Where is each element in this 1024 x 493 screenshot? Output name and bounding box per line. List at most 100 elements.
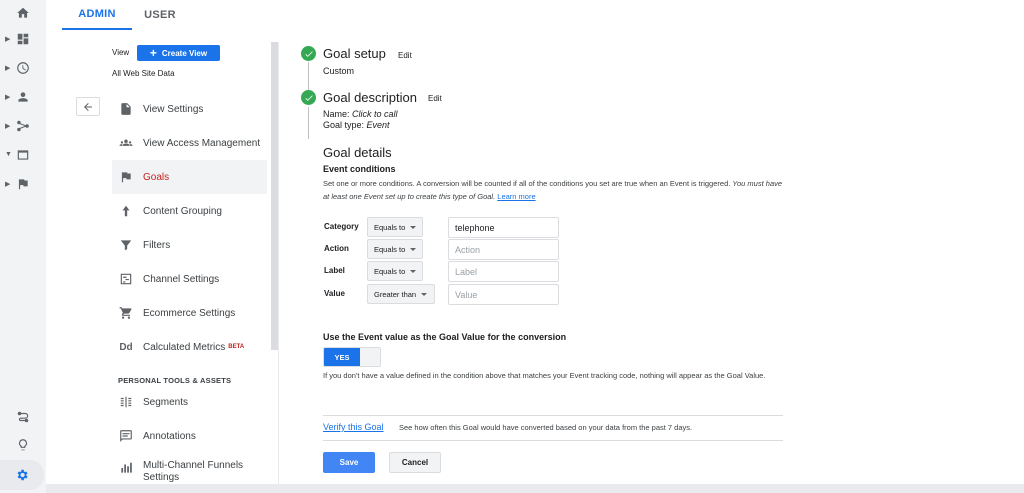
condition-value-input[interactable] — [448, 284, 559, 305]
condition-row-label: Label Equals to — [323, 261, 563, 282]
menu-item-filters[interactable]: Filters — [112, 228, 267, 262]
flag-icon[interactable] — [0, 171, 46, 197]
menu-item-label: Channel Settings — [143, 273, 220, 285]
condition-operator-select[interactable]: Equals to — [367, 217, 423, 237]
menu-item-label: Segments — [143, 396, 189, 408]
person-icon[interactable] — [0, 84, 46, 110]
menu-item-view-settings[interactable]: View Settings — [112, 92, 267, 126]
caret-down-icon — [410, 225, 417, 229]
menu-item-label: View Settings — [143, 103, 204, 115]
step-connector — [308, 107, 309, 139]
divider — [323, 440, 783, 441]
goal-type-label: Goal type: — [323, 120, 365, 130]
menu-item-label: Annotations — [143, 430, 196, 442]
goal-value-title: Use the Event value as the Goal Value fo… — [323, 332, 567, 342]
condition-operator-select[interactable]: Equals to — [367, 239, 423, 259]
left-rail: ▶ ▶ ▶ ▶ ▼ ▶ — [0, 0, 46, 493]
condition-value-input[interactable] — [448, 217, 559, 238]
menu-item-label: Multi-Channel Funnels Settings — [143, 460, 244, 483]
learn-more-link[interactable]: Learn more — [497, 192, 535, 201]
caret-down-icon — [410, 247, 417, 251]
condition-value-input[interactable] — [448, 261, 559, 282]
menu-item-ecommerce-settings[interactable]: Ecommerce Settings — [112, 296, 267, 330]
lightbulb-icon[interactable] — [0, 432, 46, 458]
goal-setup-value: Custom — [323, 66, 355, 76]
condition-label: Label — [324, 266, 345, 275]
condition-row-value: Value Greater than — [323, 284, 563, 305]
dashboard-icon[interactable] — [0, 26, 46, 52]
menu-item-label: Filters — [143, 239, 171, 251]
menu-item-label: Calculated Metrics — [143, 341, 226, 353]
menu-item-calculated-metrics[interactable]: Dd Calculated Metrics BETA — [112, 330, 267, 364]
operator-value: Equals to — [374, 244, 406, 254]
conditions-desc-text: Set one or more conditions. A conversion… — [323, 179, 731, 188]
document-icon — [118, 101, 134, 117]
save-button[interactable]: Save — [323, 452, 375, 473]
home-icon[interactable] — [0, 0, 46, 26]
plus-icon: + — [149, 46, 157, 60]
section-title-personal-tools: PERSONAL TOOLS & ASSETS — [118, 376, 232, 385]
operator-value: Equals to — [374, 266, 406, 276]
operator-value: Greater than — [374, 289, 417, 299]
cancel-button[interactable]: Cancel — [389, 452, 441, 473]
bottom-scroll-area — [46, 484, 1024, 493]
create-view-label: Create View — [161, 48, 208, 58]
menu-item-view-access-management[interactable]: View Access Management — [112, 126, 267, 160]
people-icon — [118, 135, 134, 151]
discover-icon[interactable] — [0, 404, 46, 430]
condition-row-category: Category Equals to — [323, 217, 563, 238]
acquisition-icon[interactable] — [0, 113, 46, 139]
menu-item-content-grouping[interactable]: Content Grouping — [112, 194, 267, 228]
clock-icon[interactable] — [0, 55, 46, 81]
annotation-icon — [118, 428, 134, 444]
condition-row-action: Action Equals to — [323, 239, 563, 260]
tab-user[interactable]: USER — [136, 0, 184, 30]
menu-scrollbar[interactable] — [271, 42, 278, 350]
goal-value-description: If you don't have a value defined in the… — [323, 371, 766, 380]
step-connector — [308, 62, 309, 90]
arrow-left-icon — [84, 102, 92, 111]
operator-value: Equals to — [374, 222, 406, 232]
goal-name-line: Name: Click to call — [323, 109, 398, 119]
bar-chart-icon — [118, 460, 134, 476]
condition-label: Action — [324, 244, 349, 253]
verify-goal-description: See how often this Goal would have conve… — [399, 423, 693, 432]
divider — [323, 415, 783, 416]
view-label: View — [112, 48, 130, 57]
goal-type-value: Event — [366, 120, 390, 130]
channel-icon — [118, 271, 134, 287]
toggle-yes-label: YES — [324, 348, 360, 366]
verify-goal-link[interactable]: Verify this Goal — [323, 422, 384, 432]
menu-item-goals[interactable]: Goals — [112, 160, 267, 194]
condition-value-input[interactable] — [448, 239, 559, 260]
condition-operator-select[interactable]: Equals to — [367, 261, 423, 281]
menu-item-label: Content Grouping — [143, 205, 222, 217]
caret-down-icon — [410, 269, 417, 273]
view-column: View + Create View All Web Site Data Vie… — [62, 30, 278, 490]
back-button[interactable] — [76, 97, 100, 116]
check-circle-icon — [301, 90, 316, 105]
view-name: All Web Site Data — [112, 69, 175, 78]
tab-admin[interactable]: ADMIN — [62, 0, 132, 30]
goal-setup-edit-link[interactable]: Edit — [398, 51, 412, 60]
menu-item-channel-settings[interactable]: Channel Settings — [112, 262, 267, 296]
goal-panel: Goal setup Edit Custom Goal description … — [294, 30, 799, 485]
walker-icon — [118, 203, 134, 219]
condition-operator-select[interactable]: Greater than — [367, 284, 435, 304]
behavior-icon[interactable] — [0, 142, 46, 168]
goal-description-edit-link[interactable]: Edit — [428, 94, 442, 103]
admin-gear-icon[interactable] — [0, 460, 44, 490]
condition-label: Category — [324, 222, 359, 231]
goal-setup-title: Goal setup — [323, 46, 386, 61]
menu-item-label: Goals — [143, 171, 170, 183]
column-divider — [278, 42, 279, 492]
check-circle-icon — [301, 46, 316, 61]
menu-item-annotations[interactable]: Annotations — [112, 419, 267, 453]
event-conditions-description: Set one or more conditions. A conversion… — [323, 177, 783, 203]
dd-icon: Dd — [119, 341, 133, 353]
segments-icon — [118, 394, 134, 410]
menu-item-segments[interactable]: Segments — [112, 385, 267, 419]
create-view-button[interactable]: + Create View — [137, 45, 220, 61]
goal-value-toggle[interactable]: YES — [323, 347, 381, 367]
menu-item-label: Ecommerce Settings — [143, 307, 236, 319]
